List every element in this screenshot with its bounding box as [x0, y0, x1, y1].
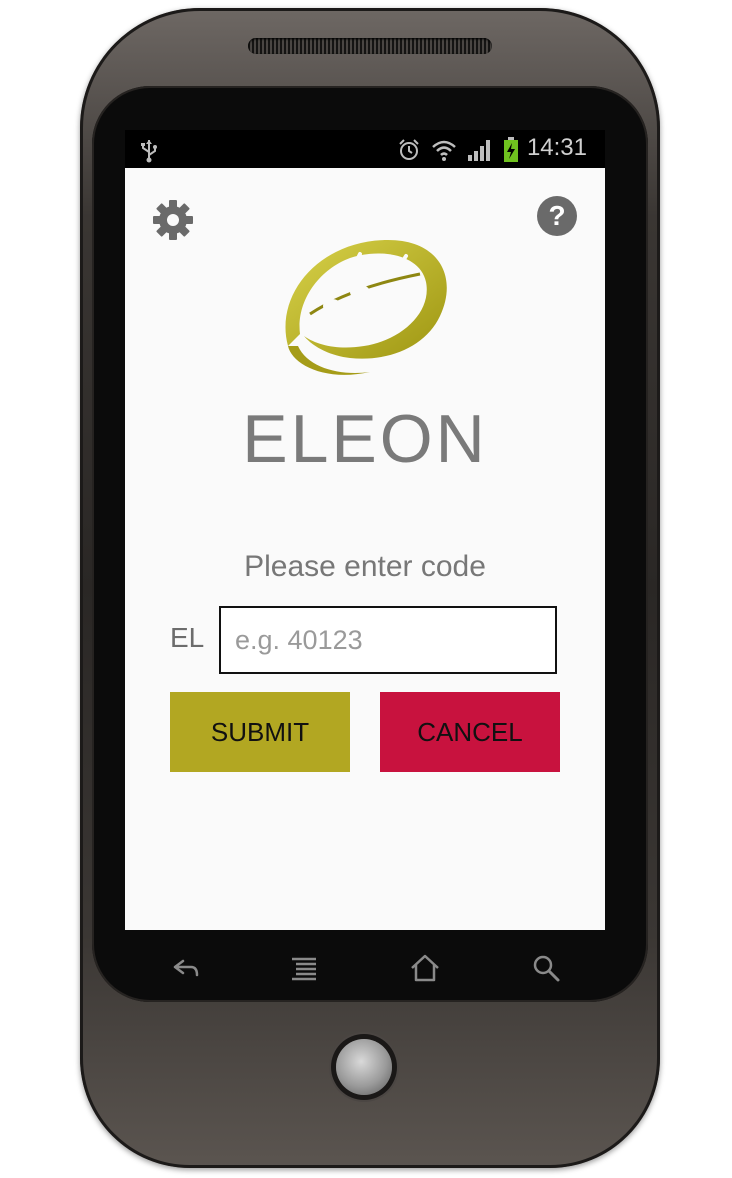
code-input[interactable] [219, 606, 557, 674]
cancel-button[interactable]: CANCEL [380, 692, 560, 772]
settings-gear-icon[interactable] [151, 198, 195, 246]
code-prefix-label: EL [170, 622, 205, 653]
nav-bar [125, 935, 605, 1005]
back-icon[interactable] [169, 953, 201, 987]
status-bar: 14:31 [125, 130, 605, 168]
battery-charging-icon [503, 137, 519, 167]
eleon-olive-logo [280, 234, 450, 388]
wifi-icon [431, 138, 457, 166]
usb-icon [139, 138, 159, 168]
search-icon[interactable] [531, 953, 561, 987]
status-icons [397, 137, 519, 167]
submit-button[interactable]: SUBMIT [170, 692, 350, 772]
hardware-trackball-button[interactable] [336, 1039, 392, 1095]
brand-name: ELEON [242, 401, 488, 477]
home-icon[interactable] [409, 953, 441, 987]
signal-icon [467, 138, 493, 166]
app-content: ? ELEON Please enter code EL e.g. 40123 … [125, 168, 605, 930]
device-screen: 14:31 ? ELEON Please enter code EL e.g. … [125, 130, 605, 930]
code-prompt: Please enter code [244, 550, 486, 583]
menu-icon[interactable] [290, 953, 320, 987]
clock: 14:31 [526, 134, 587, 161]
help-icon[interactable]: ? [537, 196, 577, 236]
alarm-icon [397, 138, 421, 166]
earpiece-speaker [248, 38, 492, 54]
